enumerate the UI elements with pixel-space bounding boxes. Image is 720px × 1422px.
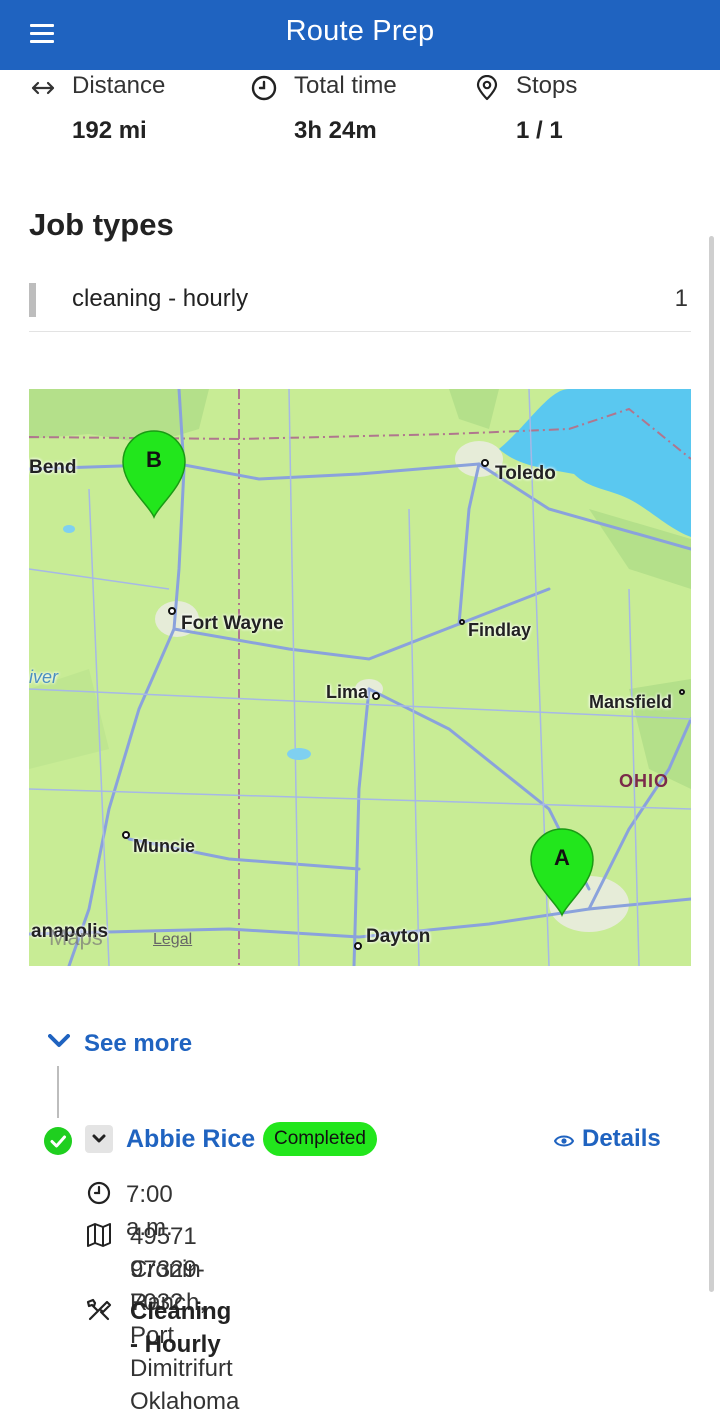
map-legal-link[interactable]: Legal (153, 931, 192, 949)
map-pin-b-label: B (146, 447, 162, 472)
eye-icon (554, 1135, 574, 1147)
city-label-mansfield: Mansfield (589, 692, 673, 712)
chevron-down-icon (92, 1134, 106, 1143)
distance-label: Distance (72, 72, 166, 99)
check-circle-icon (44, 1127, 72, 1155)
stops-label: Stops (516, 72, 578, 99)
city-label-fort-wayne: Fort Wayne (181, 613, 284, 634)
city-label-muncie: Muncie (133, 836, 196, 856)
river-label: iver (29, 667, 59, 687)
toledo-marker (481, 459, 489, 467)
fort-wayne-marker (168, 607, 176, 615)
total-time-value: 3h 24m (294, 117, 377, 144)
stop-customer-name[interactable]: Abbie Rice (126, 1125, 255, 1154)
clock-icon (87, 1181, 111, 1205)
scrollbar[interactable] (709, 236, 714, 1292)
job-type-name: cleaning - hourly (72, 285, 249, 312)
pin-shape (122, 430, 186, 519)
state-label: OHIO (619, 771, 670, 791)
map-pin-b[interactable]: B (121, 429, 187, 519)
total-time-label: Total time (294, 72, 397, 99)
maps-brand: Maps (49, 925, 103, 950)
app-bar: Route Prep (0, 0, 720, 70)
timeline-connector (57, 1066, 59, 1118)
findlay-marker (459, 619, 465, 625)
lima-marker (372, 692, 380, 700)
chevron-down-icon (48, 1034, 70, 1047)
stops-value: 1 / 1 (516, 117, 563, 144)
expand-stop-button[interactable] (85, 1125, 113, 1153)
city-label-lima: Lima (326, 682, 369, 702)
tools-icon (86, 1298, 112, 1321)
distance-value: 192 mi (72, 117, 147, 144)
dayton-marker (354, 942, 362, 950)
status-badge: Completed (263, 1122, 377, 1156)
city-label-dayton: Dayton (366, 926, 431, 947)
city-label-findlay: Findlay (468, 620, 532, 640)
see-more-label: See more (84, 1030, 193, 1057)
pin-shape (530, 828, 594, 917)
stop-job-type: Cleaning - Hourly (130, 1298, 232, 1358)
map-pin-a[interactable]: A (529, 827, 595, 917)
map-pin-icon (476, 75, 498, 101)
mansfield-marker (679, 689, 685, 695)
page-title: Route Prep (285, 15, 435, 47)
details-label: Details (582, 1125, 661, 1152)
job-type-row: cleaning - hourly 1 (29, 278, 691, 332)
job-type-count: 1 (674, 285, 688, 312)
clock-icon (251, 75, 277, 101)
map-pin-a-label: A (554, 845, 570, 870)
job-types-heading: Job types (29, 207, 174, 242)
map-icon (87, 1223, 111, 1247)
city-label-toledo: Toledo (495, 463, 556, 484)
city-label-bend: Bend (29, 457, 77, 478)
muncie-marker (122, 831, 130, 839)
route-stats: Distance 192 mi Total time 3h 24m Stops … (0, 70, 720, 150)
arrows-horizontal-icon (31, 81, 55, 95)
route-map[interactable]: Bend Toledo Fort Wayne Findlay Lima Mans… (29, 389, 691, 966)
job-type-color-bar (29, 283, 36, 317)
